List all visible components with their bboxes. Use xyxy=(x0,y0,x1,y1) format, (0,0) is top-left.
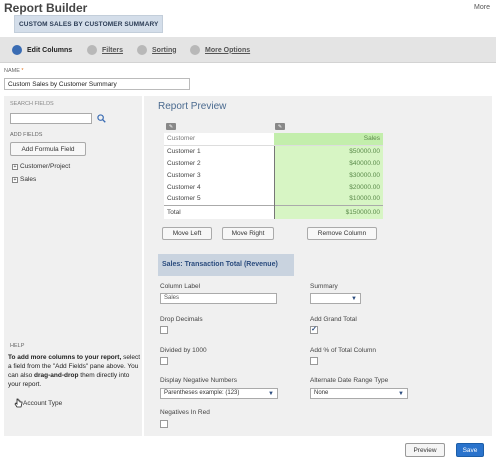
column-handle-icon[interactable]: ✎ xyxy=(166,123,176,130)
negatives-in-red-label: Negatives In Red xyxy=(160,409,210,416)
chevron-down-icon: ▼ xyxy=(351,296,357,302)
tree-item-sales[interactable]: + Sales xyxy=(12,176,36,183)
search-icon[interactable] xyxy=(97,114,106,123)
hand-cursor-icon xyxy=(14,398,23,408)
help-bold-1: To add more columns to your report, xyxy=(8,354,122,361)
tab-edit-columns[interactable]: Edit Columns xyxy=(12,44,72,56)
alt-date-range-label: Alternate Date Range Type xyxy=(310,377,389,384)
chevron-down-icon: ▼ xyxy=(268,391,274,397)
table-row: Customer 5 $10000.00 xyxy=(164,193,383,205)
table-cell: Customer 2 xyxy=(164,157,274,169)
move-right-button[interactable]: Move Right xyxy=(222,227,274,240)
tab-more-options[interactable]: More Options xyxy=(190,44,250,56)
column-handle-icon[interactable]: ✎ xyxy=(275,123,285,130)
add-formula-field-button[interactable]: Add Formula Field xyxy=(10,142,86,156)
table-row: Customer 3 $30000.00 xyxy=(164,169,383,181)
divided-by-1000-checkbox[interactable] xyxy=(160,357,168,365)
table-row: Customer 1 $50000.00 xyxy=(164,145,383,157)
negatives-in-red-checkbox[interactable] xyxy=(160,420,168,428)
remove-column-button[interactable]: Remove Column xyxy=(307,227,377,240)
add-pct-total-checkbox[interactable] xyxy=(310,357,318,365)
column-header-customer[interactable]: Customer xyxy=(164,133,274,146)
help-label: HELP xyxy=(10,343,25,349)
preview-button[interactable]: Preview xyxy=(405,443,445,457)
name-label-text: NAME xyxy=(4,68,20,74)
tab-sorting[interactable]: Sorting xyxy=(137,44,177,56)
table-cell: $30000.00 xyxy=(273,169,383,181)
table-cell: Total xyxy=(164,204,274,219)
tree-item-customer-project[interactable]: + Customer/Project xyxy=(12,163,70,170)
display-negative-select[interactable]: Parentheses example: (123) ▼ xyxy=(160,388,278,399)
report-subtitle: CUSTOM SALES BY CUSTOMER SUMMARY xyxy=(14,15,163,33)
help-text: To add more columns to your report, sele… xyxy=(8,353,142,389)
table-cell: Customer 3 xyxy=(164,169,274,181)
report-preview-title: Report Preview xyxy=(158,101,227,112)
tab-bar: Edit Columns Filters Sorting More Option… xyxy=(0,37,496,63)
table-cell: $50000.00 xyxy=(273,145,383,157)
add-pct-total-label: Add % of Total Column xyxy=(310,347,376,354)
right-panel: Report Preview ✎ ✎ Customer Sales Custom… xyxy=(144,96,492,436)
chevron-down-icon: ▼ xyxy=(398,391,404,397)
tab-label: Filters xyxy=(102,46,124,54)
tab-indicator-icon xyxy=(190,45,200,55)
tab-label: Edit Columns xyxy=(27,46,73,54)
tree-item-label: Sales xyxy=(20,176,37,183)
add-grand-total-checkbox[interactable]: ✓ xyxy=(310,326,318,334)
table-cell: Customer 1 xyxy=(164,145,274,157)
alt-date-range-select[interactable]: None ▼ xyxy=(310,388,408,399)
preview-table: Customer Sales Customer 1 $50000.00 Cust… xyxy=(164,133,383,219)
alt-date-range-value: None xyxy=(314,390,329,396)
column-label-input[interactable]: Sales xyxy=(160,293,277,304)
required-mark: * xyxy=(21,68,24,74)
add-fields-label: ADD FIELDS xyxy=(10,132,43,138)
drag-item-account-type[interactable]: Account Type xyxy=(14,398,62,408)
table-cell: Customer 5 xyxy=(164,193,274,205)
expand-plus-icon[interactable]: + xyxy=(12,176,18,183)
search-input[interactable] xyxy=(10,113,92,124)
table-row: Customer 2 $40000.00 xyxy=(164,157,383,169)
tab-indicator-icon xyxy=(87,45,97,55)
summary-select[interactable]: ▼ xyxy=(310,293,361,304)
name-label: NAME * xyxy=(4,68,24,74)
add-grand-total-label: Add Grand Total xyxy=(310,316,357,323)
move-left-button[interactable]: Move Left xyxy=(162,227,212,240)
expand-plus-icon[interactable]: + xyxy=(12,163,18,170)
table-cell: $150000.00 xyxy=(273,204,383,219)
drop-decimals-checkbox[interactable] xyxy=(160,326,168,334)
tab-indicator-icon xyxy=(12,45,22,55)
divided-by-1000-label: Divided by 1000 xyxy=(160,347,207,354)
table-cell: $20000.00 xyxy=(273,181,383,193)
drop-decimals-label: Drop Decimals xyxy=(160,316,203,323)
table-cell: Customer 4 xyxy=(164,181,274,193)
tab-label: More Options xyxy=(205,46,251,54)
more-link[interactable]: More xyxy=(474,4,490,11)
page-title: Report Builder xyxy=(4,1,88,15)
column-label-label: Column Label xyxy=(160,283,201,290)
table-header-row: Customer Sales xyxy=(164,133,383,146)
tab-indicator-icon xyxy=(137,45,147,55)
table-total-row: Total $150000.00 xyxy=(164,204,383,219)
display-negative-value: Parentheses example: (123) xyxy=(164,390,240,396)
tree-item-label: Customer/Project xyxy=(20,163,71,170)
table-cell: $40000.00 xyxy=(273,157,383,169)
help-bold-2: drag-and-drop xyxy=(34,372,79,379)
left-panel: SEARCH FIELDS ADD FIELDS Add Formula Fie… xyxy=(4,96,142,436)
table-cell: $10000.00 xyxy=(273,193,383,205)
column-settings-header: Sales: Transaction Total (Revenue) xyxy=(158,254,294,276)
tab-label: Sorting xyxy=(152,46,177,54)
display-negative-label: Display Negative Numbers xyxy=(160,377,237,384)
table-row: Customer 4 $20000.00 xyxy=(164,181,383,193)
save-button[interactable]: Save xyxy=(456,443,484,457)
column-header-sales[interactable]: Sales xyxy=(274,133,383,146)
tab-filters[interactable]: Filters xyxy=(87,44,123,56)
search-fields-label: SEARCH FIELDS xyxy=(10,101,54,107)
drag-item-label: Account Type xyxy=(23,399,63,407)
name-input[interactable]: Custom Sales by Customer Summary xyxy=(4,78,190,90)
summary-label: Summary xyxy=(310,283,338,290)
